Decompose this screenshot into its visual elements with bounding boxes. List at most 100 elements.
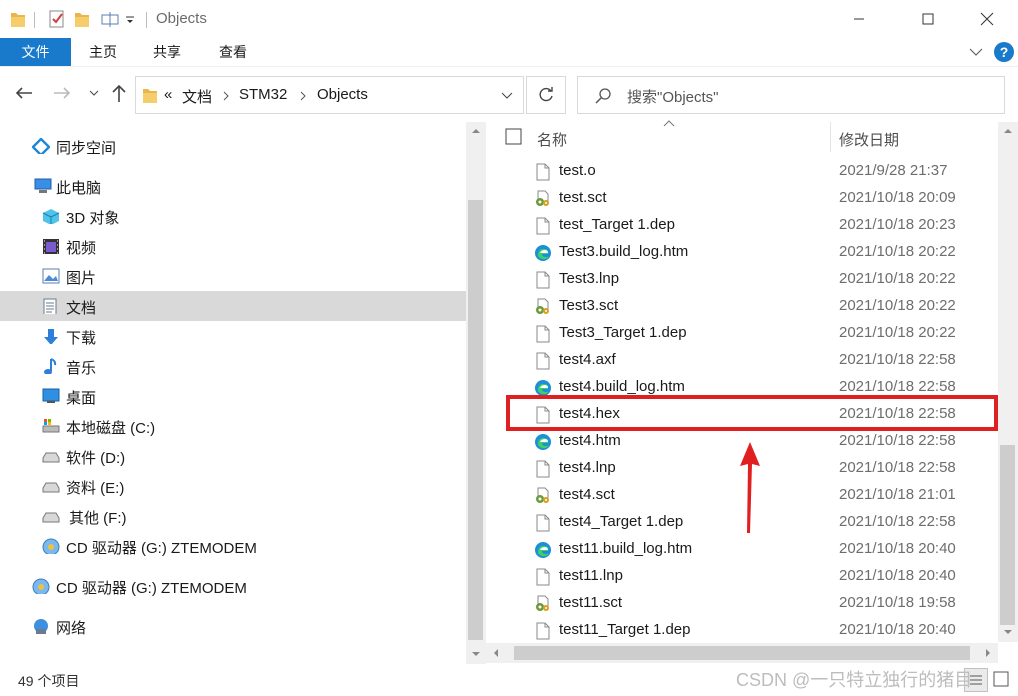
svg-text:?: ? bbox=[1000, 44, 1009, 60]
nav-item-documents[interactable]: 文档 bbox=[0, 291, 466, 321]
nav-item-network[interactable]: 网络 bbox=[0, 611, 466, 641]
sct-file-icon bbox=[534, 190, 552, 208]
nav-item-cd-drive[interactable]: CD 驱动器 (G:) ZTEMODEM bbox=[0, 531, 466, 561]
desktop-icon bbox=[42, 388, 60, 403]
large-icons-view-button[interactable] bbox=[990, 668, 1012, 690]
file-icon bbox=[534, 163, 552, 181]
chevron-right-icon[interactable] bbox=[299, 91, 307, 101]
select-all-checkbox[interactable] bbox=[505, 128, 523, 146]
scroll-right-icon[interactable] bbox=[984, 648, 992, 658]
close-button[interactable] bbox=[964, 0, 1010, 38]
column-divider[interactable] bbox=[830, 122, 831, 152]
nav-item-cd-drive[interactable]: CD 驱动器 (G:) ZTEMODEM bbox=[0, 571, 466, 601]
file-name: test11.lnp bbox=[559, 567, 623, 584]
scroll-up-icon[interactable] bbox=[471, 127, 481, 135]
horizontal-scrollbar[interactable] bbox=[486, 643, 998, 663]
file-row[interactable]: Test3.sct 2021/10/18 20:22 bbox=[486, 293, 998, 320]
column-header-name[interactable]: 名称 bbox=[537, 129, 567, 150]
rename-icon[interactable] bbox=[100, 9, 120, 29]
edge-htm-icon bbox=[534, 244, 552, 262]
nav-item-music[interactable]: 音乐 bbox=[0, 351, 466, 381]
tab-view[interactable]: 查看 bbox=[206, 38, 260, 66]
refresh-button[interactable] bbox=[526, 76, 566, 114]
title-bar: Objects bbox=[0, 0, 1018, 38]
watermark: CSDN @一只特立独行的猪目 bbox=[736, 670, 973, 690]
nav-item-drive-f[interactable]: 其他 (F:) bbox=[0, 501, 466, 531]
file-name: Test3.lnp bbox=[559, 270, 620, 287]
file-name: test.sct bbox=[559, 189, 607, 206]
file-row[interactable]: test.sct 2021/10/18 20:09 bbox=[486, 185, 998, 212]
tab-home[interactable]: 主页 bbox=[76, 38, 130, 66]
file-icon bbox=[534, 271, 552, 289]
file-row[interactable]: test11_Target 1.dep 2021/10/18 20:40 bbox=[486, 617, 998, 644]
nav-item-pictures[interactable]: 图片 bbox=[0, 261, 466, 291]
horizontal-scrollbar-thumb[interactable] bbox=[514, 646, 970, 660]
recent-locations-icon[interactable] bbox=[88, 89, 100, 99]
back-arrow-icon[interactable] bbox=[14, 85, 34, 101]
breadcrumb-overflow[interactable]: « bbox=[164, 86, 172, 103]
nav-item-drive-d[interactable]: 软件 (D:) bbox=[0, 441, 466, 471]
breadcrumb-item[interactable]: 文档 bbox=[182, 86, 212, 107]
minimize-button[interactable] bbox=[836, 0, 882, 38]
file-date: 2021/10/18 20:40 bbox=[839, 621, 956, 638]
column-header-row: 名称 修改日期 bbox=[486, 120, 998, 152]
expand-ribbon-icon[interactable] bbox=[968, 46, 984, 58]
address-bar[interactable]: « 文档 STM32 Objects bbox=[135, 76, 524, 114]
nav-item-video[interactable]: 视频 bbox=[0, 231, 466, 261]
file-date: 2021/10/18 20:09 bbox=[839, 189, 956, 206]
file-name: test_Target 1.dep bbox=[559, 216, 675, 233]
file-date: 2021/10/18 21:01 bbox=[839, 486, 956, 503]
file-row[interactable]: test11.build_log.htm 2021/10/18 20:40 bbox=[486, 536, 998, 563]
nav-scrollbar[interactable] bbox=[466, 122, 486, 664]
file-date: 2021/9/28 21:37 bbox=[839, 162, 948, 179]
maximize-button[interactable] bbox=[905, 0, 951, 38]
tab-file[interactable]: 文件 bbox=[0, 38, 71, 66]
file-row[interactable]: test4.axf 2021/10/18 22:58 bbox=[486, 347, 998, 374]
column-header-date[interactable]: 修改日期 bbox=[839, 129, 899, 150]
new-folder-icon[interactable] bbox=[74, 9, 90, 29]
scroll-left-icon[interactable] bbox=[492, 648, 500, 658]
help-icon[interactable]: ? bbox=[993, 41, 1015, 63]
nav-item-3d-objects[interactable]: 3D 对象 bbox=[0, 201, 466, 231]
customize-quick-access-icon[interactable] bbox=[125, 9, 135, 29]
separator bbox=[34, 12, 35, 28]
file-row[interactable]: test_Target 1.dep 2021/10/18 20:23 bbox=[486, 212, 998, 239]
file-row[interactable]: Test3.build_log.htm 2021/10/18 20:22 bbox=[486, 239, 998, 266]
up-arrow-icon[interactable] bbox=[110, 83, 128, 103]
chevron-right-icon[interactable] bbox=[222, 91, 230, 101]
file-date: 2021/10/18 22:58 bbox=[839, 513, 956, 530]
file-row[interactable]: test11.sct 2021/10/18 19:58 bbox=[486, 590, 998, 617]
nav-item-drive-c[interactable]: 本地磁盘 (C:) bbox=[0, 411, 466, 441]
properties-icon[interactable] bbox=[48, 9, 66, 29]
breadcrumb-item[interactable]: Objects bbox=[317, 86, 368, 103]
file-name: test4.htm bbox=[559, 432, 621, 449]
file-list-scrollbar-thumb[interactable] bbox=[1000, 445, 1015, 625]
file-list-scrollbar[interactable] bbox=[998, 122, 1018, 642]
forward-arrow-icon[interactable] bbox=[52, 85, 72, 101]
file-row[interactable]: test11.lnp 2021/10/18 20:40 bbox=[486, 563, 998, 590]
this-pc-icon bbox=[34, 178, 52, 193]
nav-scrollbar-thumb[interactable] bbox=[468, 200, 483, 640]
drive-icon bbox=[42, 512, 60, 523]
nav-item-desktop[interactable]: 桌面 bbox=[0, 381, 466, 411]
scroll-down-icon[interactable] bbox=[471, 650, 481, 658]
chevron-down-icon[interactable] bbox=[500, 91, 514, 101]
nav-item-downloads[interactable]: 下载 bbox=[0, 321, 466, 351]
nav-item-drive-e[interactable]: 资料 (E:) bbox=[0, 471, 466, 501]
file-list: 名称 修改日期 test.o 2021/9/28 21:37 test.sct 202… bbox=[486, 120, 1018, 664]
breadcrumb-item[interactable]: STM32 bbox=[239, 86, 287, 103]
ribbon: 文件 主页 共享 查看 ? bbox=[0, 38, 1018, 66]
scroll-down-icon[interactable] bbox=[1003, 628, 1013, 636]
search-input[interactable]: 搜索"Objects" bbox=[577, 76, 1005, 114]
file-row[interactable]: test.o 2021/9/28 21:37 bbox=[486, 158, 998, 185]
file-date: 2021/10/18 20:40 bbox=[839, 540, 956, 557]
file-row[interactable]: Test3.lnp 2021/10/18 20:22 bbox=[486, 266, 998, 293]
file-row[interactable]: Test3_Target 1.dep 2021/10/18 20:22 bbox=[486, 320, 998, 347]
video-icon bbox=[43, 239, 59, 254]
tab-share[interactable]: 共享 bbox=[140, 38, 194, 66]
nav-item-this-pc[interactable]: 此电脑 bbox=[0, 171, 466, 201]
folder-icon bbox=[143, 89, 157, 103]
file-name: Test3_Target 1.dep bbox=[559, 324, 687, 341]
nav-item-sync-space[interactable]: 同步空间 bbox=[0, 131, 466, 161]
scroll-up-icon[interactable] bbox=[1003, 127, 1013, 135]
